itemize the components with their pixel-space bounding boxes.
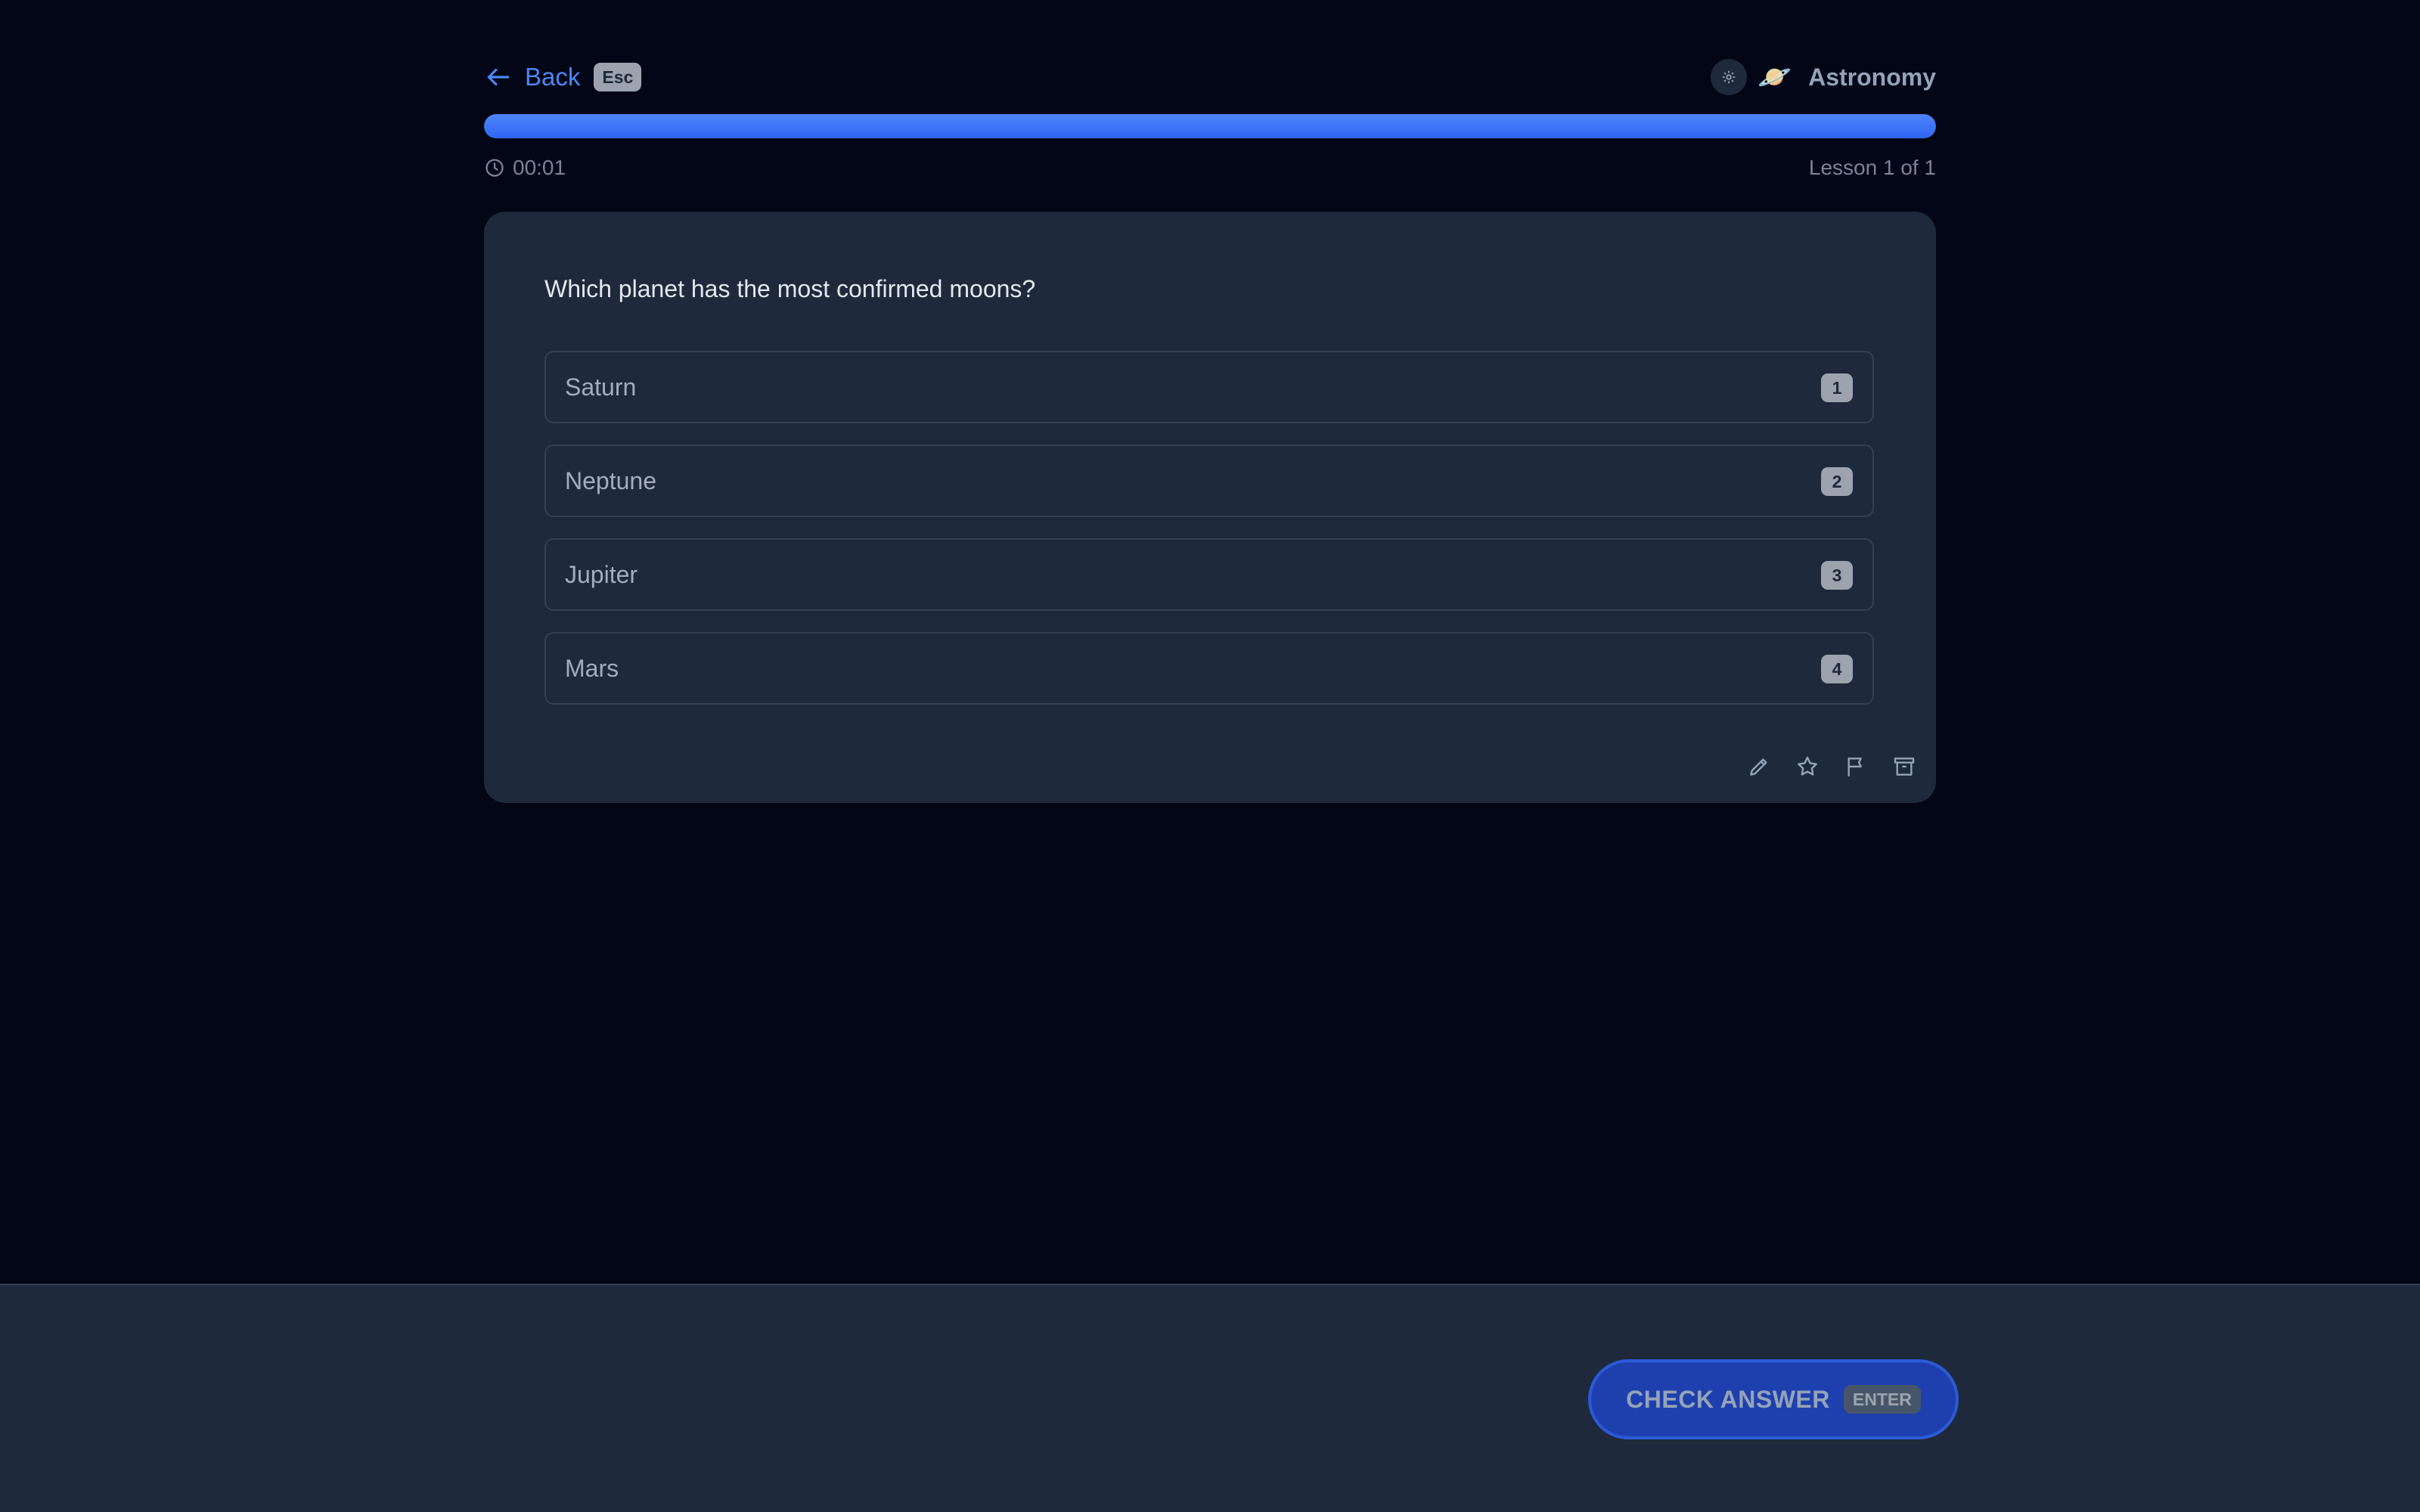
timer-value: 00:01 [513, 156, 566, 179]
planet-icon: 🪐 [1758, 61, 1792, 92]
progress-bar [484, 114, 1936, 138]
option-label: Jupiter [565, 561, 638, 588]
back-shortcut-badge: Esc [594, 63, 642, 91]
subject-name: Astronomy [1808, 63, 1936, 91]
option-neptune[interactable]: Neptune 2 [544, 445, 1874, 517]
lesson-counter: Lesson 1 of 1 [1808, 156, 1936, 179]
header: Back Esc 🪐 Astronomy [484, 59, 1936, 95]
pencil-icon [1750, 758, 1767, 776]
back-button[interactable]: Back Esc [484, 59, 642, 95]
report-button[interactable] [1841, 751, 1871, 782]
check-answer-shortcut-badge: ENTER [1843, 1385, 1921, 1414]
progress-fill [484, 114, 1936, 138]
flag-icon [1848, 758, 1862, 777]
option-saturn[interactable]: Saturn 1 [544, 351, 1874, 423]
timer: 00:01 [484, 156, 566, 180]
option-shortcut-badge: 2 [1821, 467, 1853, 496]
question-card: Which planet has the most confirmed moon… [484, 212, 1936, 803]
clock-icon [486, 159, 504, 177]
check-answer-label: CHECK ANSWER [1626, 1385, 1830, 1413]
check-answer-button[interactable]: CHECK ANSWER ENTER [1588, 1359, 1959, 1439]
lesson-meta: 00:01 Lesson 1 of 1 [484, 156, 1936, 186]
question-text: Which planet has the most confirmed moon… [544, 275, 1036, 302]
footer-bar: CHECK ANSWER ENTER [0, 1284, 2420, 1512]
subject-settings-button[interactable] [1711, 59, 1748, 95]
subject: 🪐 Astronomy [1711, 59, 1936, 95]
option-mars[interactable]: Mars 4 [544, 632, 1874, 705]
option-shortcut-badge: 1 [1821, 373, 1853, 402]
option-label: Saturn [565, 373, 637, 401]
star-icon [1798, 756, 1817, 776]
edit-button[interactable] [1744, 751, 1774, 782]
gear-icon [1723, 70, 1736, 84]
card-actions [1726, 751, 1919, 782]
page: Back Esc 🪐 Astronomy 00:01 Lesson 1 of 1… [0, 0, 2420, 1512]
archive-icon [1894, 758, 1915, 776]
option-label: Neptune [565, 467, 656, 494]
back-label: Back [525, 63, 581, 91]
arrow-left-icon [487, 68, 510, 86]
option-shortcut-badge: 4 [1821, 655, 1853, 683]
option-shortcut-badge: 3 [1821, 561, 1853, 590]
option-jupiter[interactable]: Jupiter 3 [544, 538, 1874, 611]
archive-button[interactable] [1889, 751, 1919, 782]
option-label: Mars [565, 655, 619, 682]
favorite-button[interactable] [1792, 751, 1823, 782]
